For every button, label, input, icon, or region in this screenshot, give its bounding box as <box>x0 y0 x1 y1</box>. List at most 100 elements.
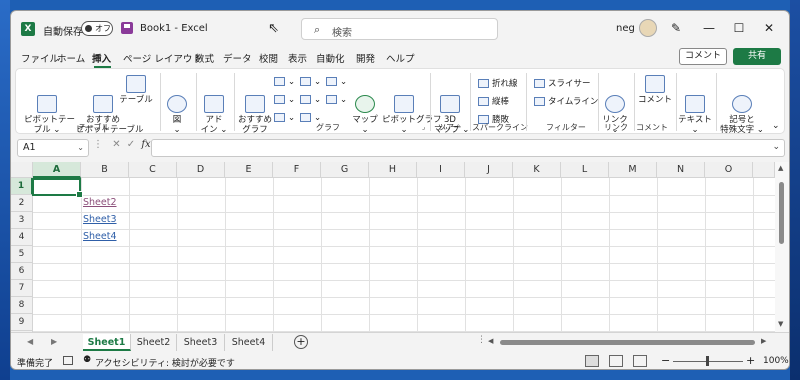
select-all-corner[interactable] <box>11 162 33 178</box>
close-button[interactable]: ✕ <box>759 19 779 37</box>
statistic-chart-button[interactable]: ⌄ <box>300 95 321 105</box>
active-cell-a1[interactable] <box>32 178 83 198</box>
scroll-down-icon[interactable]: ▼ <box>778 320 783 328</box>
row-header[interactable]: 5 <box>11 246 33 263</box>
search-box[interactable]: ⌕ 検索 <box>301 18 498 40</box>
sheet-tab-sheet2[interactable]: Sheet2 <box>131 334 177 351</box>
tab-automate[interactable]: 自動化 <box>316 51 345 65</box>
accessibility-status[interactable]: アクセシビリティ: 検討が必要です <box>95 356 235 369</box>
tab-file[interactable]: ファイル <box>21 51 59 65</box>
sparkline-column-button[interactable]: 縦棒 <box>478 95 509 107</box>
maximize-button[interactable]: ☐ <box>729 19 749 37</box>
maps-button[interactable]: マップ ⌄ <box>350 75 380 145</box>
ribbon-collapse-icon[interactable]: ⌄ <box>772 121 780 131</box>
column-header[interactable]: C <box>129 162 177 178</box>
column-header[interactable]: H <box>369 162 417 178</box>
scroll-right-icon[interactable]: ▶ <box>761 337 766 345</box>
vertical-scrollbar[interactable]: ▲ ▼ <box>775 162 789 332</box>
column-header[interactable]: D <box>177 162 225 178</box>
horizontal-scroll-thumb[interactable] <box>500 340 755 345</box>
sheet-tab-sheet1[interactable]: Sheet1 <box>83 334 131 351</box>
hyperlink-sheet2[interactable]: Sheet2 <box>83 197 117 208</box>
tab-help[interactable]: ヘルプ <box>386 51 415 65</box>
column-header[interactable]: A <box>33 162 81 178</box>
row-header[interactable]: 7 <box>11 280 33 297</box>
link-button[interactable]: リンク ⌄ <box>600 75 630 145</box>
text-button[interactable]: テキスト ⌄ <box>678 75 712 145</box>
comment-button[interactable]: コメント <box>679 48 727 65</box>
sparkline-line-button[interactable]: 折れ線 <box>478 77 518 89</box>
zoom-out-icon[interactable]: − <box>661 354 670 367</box>
formula-input[interactable]: ⌄ <box>151 139 785 157</box>
scroll-left-icon[interactable]: ◀ <box>488 337 493 345</box>
tab-home[interactable]: ホーム <box>57 51 85 65</box>
row-header[interactable]: 9 <box>11 314 33 331</box>
worksheet-grid[interactable]: A B C D E F G H I J K L M N O 1 2 3 4 5 … <box>11 162 775 332</box>
ribbon-comment-button[interactable]: コメント <box>636 75 674 105</box>
column-header[interactable]: M <box>609 162 657 178</box>
expand-formula-icon[interactable]: ⌄ <box>772 142 780 152</box>
row-header[interactable]: 4 <box>11 229 33 246</box>
recommended-charts-button[interactable]: おすすめ グラフ <box>238 75 272 145</box>
column-header[interactable]: F <box>273 162 321 178</box>
column-header-partial[interactable] <box>753 162 775 178</box>
column-header[interactable]: E <box>225 162 273 178</box>
illustrations-button[interactable]: 図 ⌄ <box>164 75 190 145</box>
column-header[interactable]: G <box>321 162 369 178</box>
row-header[interactable]: 8 <box>11 297 33 314</box>
horizontal-scrollbar[interactable]: ◀ ▶ <box>486 337 773 347</box>
accessibility-icon[interactable]: ⚉ <box>83 355 91 365</box>
line-chart-button[interactable]: ⌄ <box>274 95 295 105</box>
column-header[interactable]: I <box>417 162 465 178</box>
column-header[interactable]: J <box>465 162 513 178</box>
tab-developer[interactable]: 開発 <box>356 51 375 65</box>
hyperlink-sheet4[interactable]: Sheet4 <box>83 231 117 242</box>
3d-map-button[interactable]: 3D マップ ⌄ <box>434 75 469 145</box>
hierarchy-chart-button[interactable]: ⌄ <box>300 77 321 87</box>
save-icon[interactable] <box>121 22 133 34</box>
pen-icon[interactable]: ✎ <box>671 21 681 35</box>
add-sheet-button[interactable]: + <box>294 335 308 349</box>
tab-data[interactable]: データ <box>223 51 252 65</box>
zoom-slider-thumb[interactable] <box>706 356 709 366</box>
page-layout-view-icon[interactable] <box>609 355 623 367</box>
combo-chart-button[interactable]: ⌄ <box>326 95 347 105</box>
vertical-scroll-thumb[interactable] <box>779 182 784 244</box>
prev-sheet-icon[interactable]: ◀ <box>27 337 33 346</box>
zoom-in-icon[interactable]: + <box>746 354 755 367</box>
cancel-icon[interactable]: ✕ <box>112 139 120 150</box>
column-header[interactable]: N <box>657 162 705 178</box>
column-header[interactable]: K <box>513 162 561 178</box>
name-box[interactable]: A1 ⌄ <box>17 139 89 157</box>
waterfall-chart-button[interactable]: ⌄ <box>326 77 347 87</box>
hyperlink-sheet3[interactable]: Sheet3 <box>83 214 117 225</box>
sheet-tab-sheet3[interactable]: Sheet3 <box>177 334 225 351</box>
column-chart-button[interactable]: ⌄ <box>274 77 295 87</box>
page-break-view-icon[interactable] <box>633 355 647 367</box>
autosave-toggle[interactable]: オフ <box>81 21 113 36</box>
tab-review[interactable]: 校閲 <box>259 51 278 65</box>
normal-view-icon[interactable] <box>585 355 599 367</box>
macro-record-icon[interactable] <box>63 356 73 365</box>
sheet-tab-sheet4[interactable]: Sheet4 <box>225 334 273 351</box>
pivot-chart-button[interactable]: ピボットグラフ ⌄ <box>382 75 442 145</box>
timeline-button[interactable]: タイムライン <box>534 95 598 107</box>
column-header[interactable]: L <box>561 162 609 178</box>
tab-insert[interactable]: 挿入 <box>92 51 111 65</box>
row-header[interactable]: 3 <box>11 212 33 229</box>
row-header[interactable]: 2 <box>11 195 33 212</box>
row-header[interactable]: 1 <box>11 178 33 195</box>
tab-view[interactable]: 表示 <box>288 51 307 65</box>
tab-page-layout[interactable]: ページ レイアウト <box>123 51 202 65</box>
avatar[interactable] <box>639 19 657 37</box>
user-name[interactable]: neg <box>616 23 635 34</box>
slicer-button[interactable]: スライサー <box>534 77 591 89</box>
symbols-button[interactable]: 記号と 特殊文字 ⌄ <box>718 75 766 145</box>
share-button[interactable]: 共有 <box>733 48 781 65</box>
check-icon[interactable]: ✓ <box>127 139 135 150</box>
scroll-up-icon[interactable]: ▲ <box>778 164 783 172</box>
tab-formulas[interactable]: 数式 <box>195 51 214 65</box>
row-header[interactable]: 6 <box>11 263 33 280</box>
next-sheet-icon[interactable]: ▶ <box>51 337 57 346</box>
dialog-launcher-icon[interactable]: ⌟ <box>422 123 425 131</box>
